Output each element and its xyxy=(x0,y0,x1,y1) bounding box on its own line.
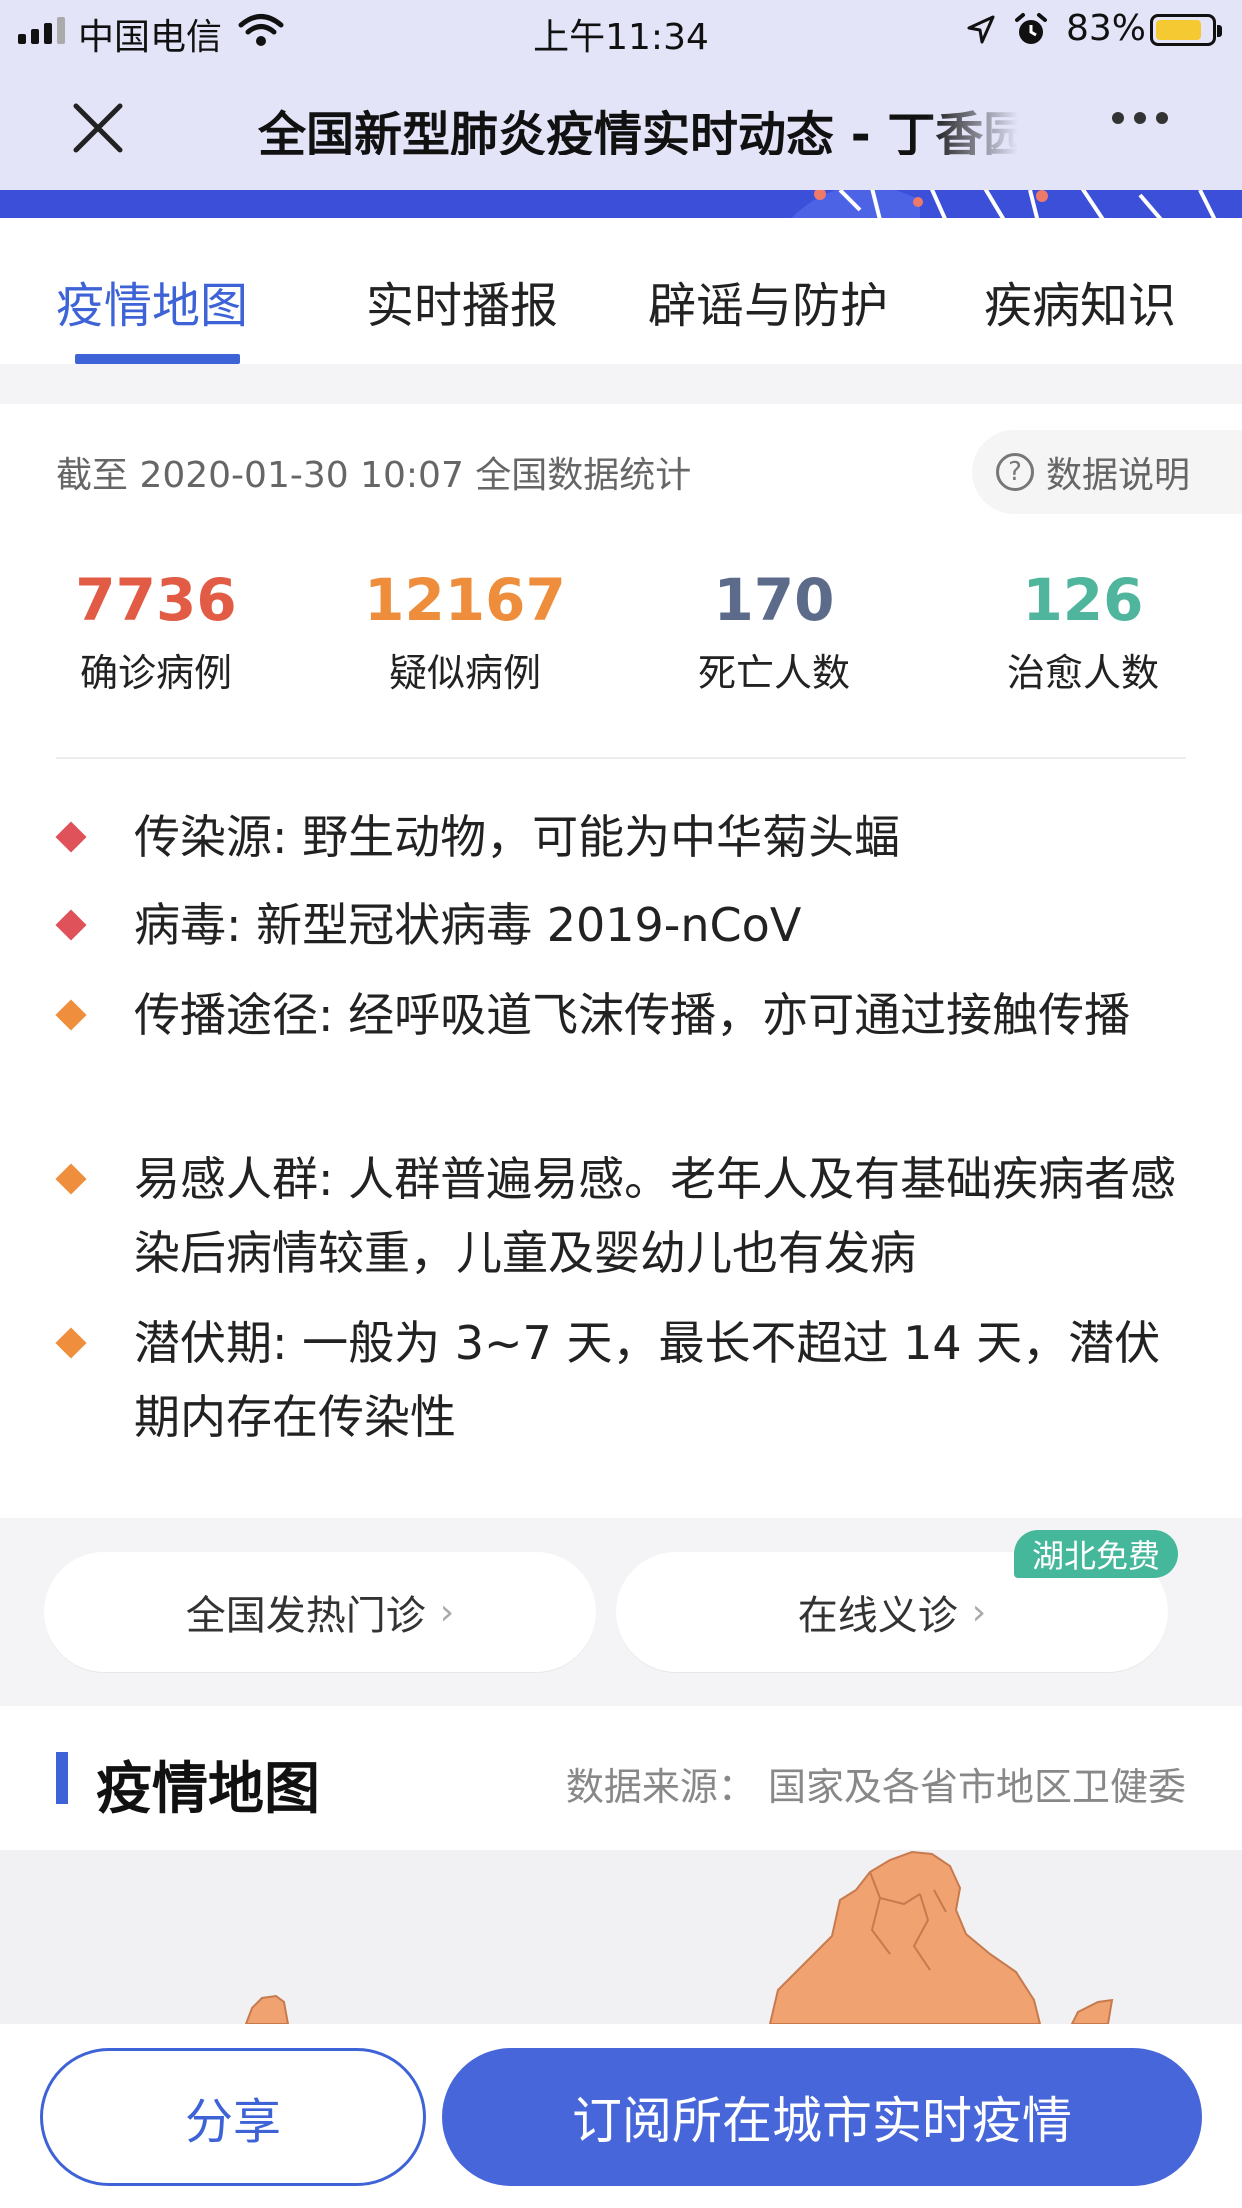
fact-text: 潜伏期: 一般为 3~7 天，最长不超过 14 天，潜伏期内存在传染性 xyxy=(134,1316,1161,1444)
stat-deaths: 170 死亡人数 xyxy=(624,564,924,697)
online-consult-label: 在线义诊 xyxy=(797,1593,958,1639)
stat-label: 死亡人数 xyxy=(697,651,850,695)
data-source: 数据来源： 国家及各省市地区卫健委 xyxy=(565,1765,1186,1809)
epidemic-map[interactable] xyxy=(0,1850,1242,2024)
bottom-action-bar: 分享 订阅所在城市实时疫情 xyxy=(0,2024,1242,2208)
status-bar: 中国电信 上午11:34 83% xyxy=(0,0,1242,62)
stat-value: 170 xyxy=(713,566,835,634)
share-button[interactable]: 分享 xyxy=(40,2048,426,2186)
stat-label: 疑似病例 xyxy=(388,651,541,695)
data-timestamp: 截至 2020-01-30 10:07 全国数据统计 xyxy=(56,455,692,496)
section-title: 疫情地图 xyxy=(96,1757,320,1822)
china-map-icon xyxy=(244,1850,1114,2024)
close-icon[interactable] xyxy=(70,100,126,156)
fact-text: 病毒: 新型冠状病毒 2019-nCoV xyxy=(134,898,802,952)
data-explanation-label: 数据说明 xyxy=(1046,455,1191,496)
header-banner xyxy=(0,190,1242,218)
stat-confirmed: 7736 确诊病例 xyxy=(6,564,306,697)
stat-recovered: 126 治愈人数 xyxy=(933,564,1233,697)
stat-suspected: 12167 疑似病例 xyxy=(315,564,615,697)
chevron-right-icon: › xyxy=(439,1591,455,1633)
chevron-right-icon: › xyxy=(971,1591,987,1633)
page-title: 全国新型肺炎疫情实时动态 - 丁香园 xyxy=(258,107,1018,155)
stat-value: 126 xyxy=(1022,566,1144,634)
question-mark-icon: ? xyxy=(996,453,1034,491)
stat-value: 12167 xyxy=(364,566,566,634)
diamond-bullet-icon xyxy=(55,821,87,853)
summary-card: 截至 2020-01-30 10:07 全国数据统计 ? 数据说明 7736 确… xyxy=(0,404,1242,1518)
banner-illustration xyxy=(791,190,1217,218)
divider xyxy=(56,757,1186,759)
battery-percent: 83% xyxy=(1066,8,1147,49)
location-arrow-icon xyxy=(967,15,995,44)
subscribe-city-button[interactable]: 订阅所在城市实时疫情 xyxy=(442,2048,1202,2186)
diamond-bullet-icon xyxy=(55,909,87,941)
stat-label: 治愈人数 xyxy=(1006,651,1159,695)
tab-epidemic-map[interactable]: 疫情地图 xyxy=(56,266,248,336)
tab-disease-knowledge[interactable]: 疾病知识 xyxy=(984,266,1176,336)
diamond-bullet-icon xyxy=(55,999,87,1031)
data-explanation-button[interactable]: ? 数据说明 xyxy=(972,430,1242,514)
section-accent-bar xyxy=(56,1752,68,1804)
active-tab-indicator xyxy=(75,354,240,364)
stat-label: 确诊病例 xyxy=(79,651,232,695)
diamond-bullet-icon xyxy=(55,1327,87,1359)
alarm-clock-icon xyxy=(1015,13,1047,44)
fact-text: 易感人群: 人群普遍易感。老年人及有基础疾病者感染后病情较重，儿童及婴幼儿也有发… xyxy=(134,1152,1177,1280)
status-time: 上午11:34 xyxy=(533,17,709,58)
diamond-bullet-icon xyxy=(55,1163,87,1195)
tab-live-report[interactable]: 实时播报 xyxy=(366,266,558,336)
map-section-header: 疫情地图 数据来源： 国家及各省市地区卫健委 xyxy=(0,1706,1242,1850)
top-header: 中国电信 上午11:34 83% 全国新型肺炎疫情实时动态 - 丁香园 xyxy=(0,0,1242,190)
free-badge: 湖北免费 xyxy=(1014,1530,1179,1578)
more-dots-icon[interactable] xyxy=(1112,112,1168,124)
tab-rumors-protection[interactable]: 辟谣与防护 xyxy=(648,266,888,336)
stat-value: 7736 xyxy=(75,566,237,634)
battery-icon xyxy=(1150,14,1222,46)
fever-clinic-label: 全国发热门诊 xyxy=(185,1593,426,1639)
tab-bar: 疫情地图 实时播报 辟谣与防护 疾病知识 xyxy=(0,218,1242,364)
fact-text: 传播途径: 经呼吸道飞沫传播，亦可通过接触传播 xyxy=(134,988,1131,1042)
fever-clinic-button[interactable]: 全国发热门诊 › xyxy=(44,1552,596,1672)
fact-text: 传染源: 野生动物，可能为中华菊头蝠 xyxy=(134,810,901,864)
